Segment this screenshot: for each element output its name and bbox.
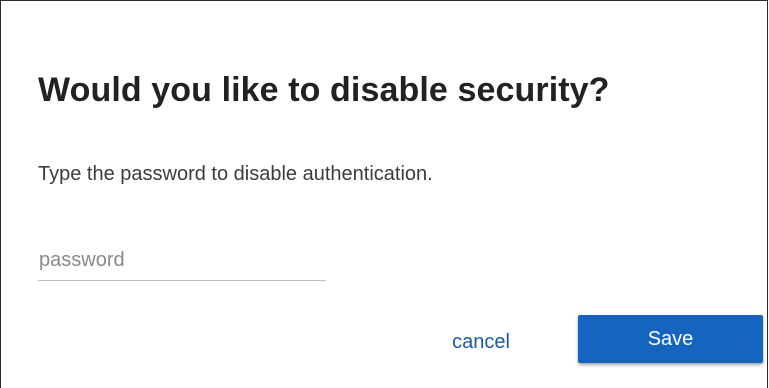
- dialog-description: Type the password to disable authenticat…: [38, 163, 433, 185]
- cancel-button[interactable]: cancel: [429, 323, 533, 361]
- password-input[interactable]: [38, 241, 326, 281]
- dialog-title: Would you like to disable security?: [38, 71, 610, 109]
- save-button[interactable]: Save: [578, 315, 763, 363]
- disable-security-dialog: Would you like to disable security? Type…: [0, 0, 768, 388]
